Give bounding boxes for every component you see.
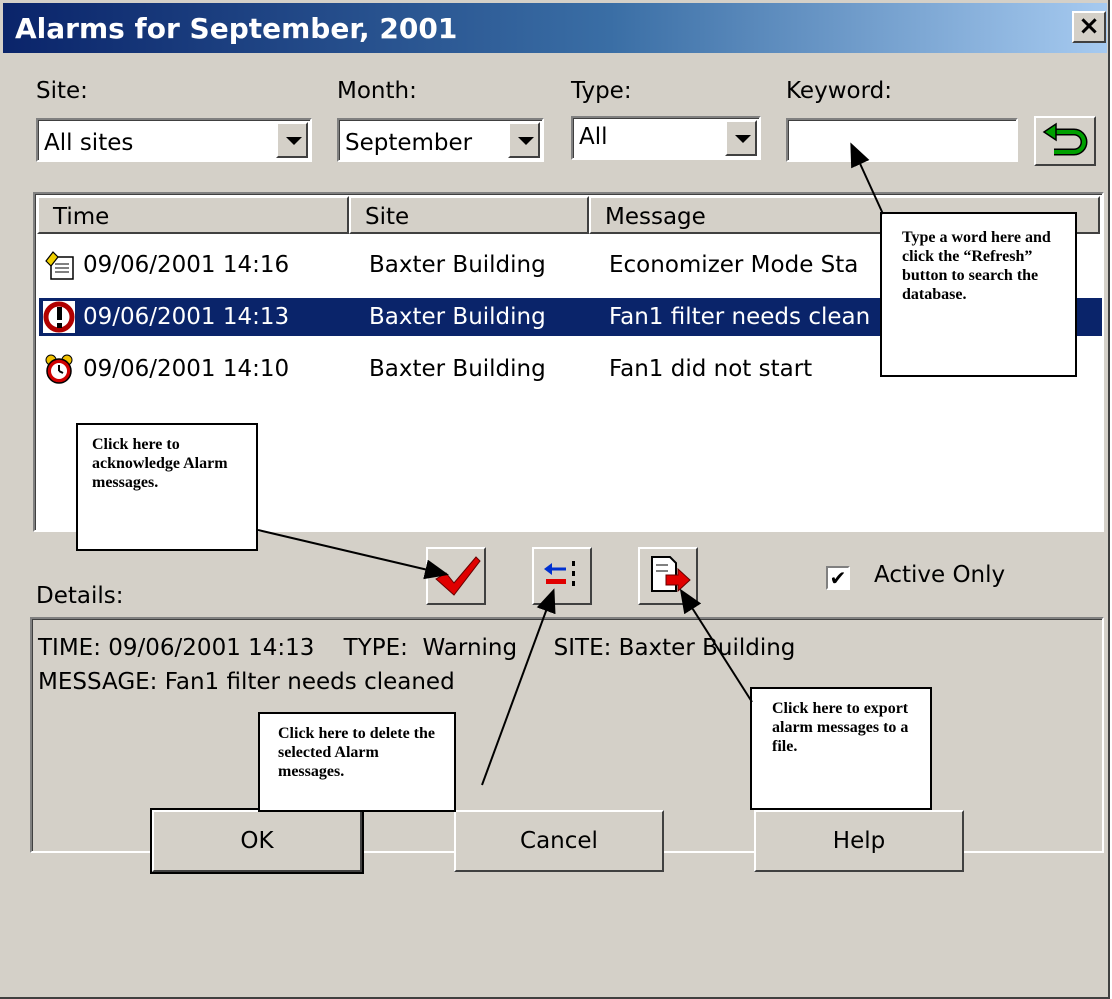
month-select-value: September [345,130,473,156]
delete-button[interactable] [532,547,592,605]
info-note-icon [45,251,74,280]
details-line-1: TIME: 09/06/2001 14:13 TYPE: Warning SIT… [38,635,796,661]
details-label: Details: [36,583,124,609]
row-message: Fan1 filter needs clean [609,304,871,330]
acknowledge-button[interactable] [426,547,486,605]
details-line-2: MESSAGE: Fan1 filter needs cleaned [38,669,455,695]
cancel-button[interactable]: Cancel [454,810,664,872]
column-header-time[interactable]: Time [37,196,349,234]
refresh-button[interactable] [1034,116,1096,166]
export-button[interactable] [638,547,698,605]
month-label: Month: [337,78,417,104]
row-time: 09/06/2001 14:10 [83,356,290,382]
chevron-down-icon[interactable] [508,122,540,158]
type-label: Type: [571,78,632,104]
keyword-label: Keyword: [786,78,892,104]
row-message: Fan1 did not start [609,356,813,382]
callout-export: Click here to export alarm messages to a… [750,687,932,810]
row-site: Baxter Building [369,304,546,330]
callout-refresh: Type a word here and click the “Refresh”… [880,212,1077,377]
checkmark-icon [435,556,481,596]
close-button[interactable]: × [1072,11,1106,43]
site-label: Site: [36,78,88,104]
type-select-value: All [579,124,608,150]
help-button[interactable]: Help [754,810,964,872]
column-header-site[interactable]: Site [349,196,589,234]
warning-icon [43,301,75,333]
row-time: 09/06/2001 14:13 [83,304,290,330]
callout-acknowledge: Click here to acknowledge Alarm messages… [76,423,258,551]
active-only-checkbox[interactable]: ✔ [826,566,850,590]
export-file-icon [651,556,691,593]
callout-delete: Click here to delete the selected Alarm … [258,712,456,812]
alarm-clock-icon [45,354,73,384]
refresh-icon [1042,122,1088,156]
site-select[interactable]: All sites [36,118,312,162]
chevron-down-icon[interactable] [725,120,757,156]
ok-button[interactable]: OK [150,808,364,874]
window-title: Alarms for September, 2001 [15,12,458,45]
type-select[interactable]: All [571,116,761,160]
title-bar[interactable]: Alarms for September, 2001 × [3,3,1107,53]
row-time: 09/06/2001 14:16 [83,252,290,278]
site-select-value: All sites [44,130,134,156]
chevron-down-icon[interactable] [276,122,308,158]
active-only-label: Active Only [874,562,1006,588]
row-message: Economizer Mode Sta [609,252,859,278]
row-site: Baxter Building [369,252,546,278]
delete-icon [544,561,575,586]
alarms-dialog: Alarms for September, 2001 × Site: Month… [0,0,1110,999]
keyword-input[interactable] [786,118,1018,162]
row-site: Baxter Building [369,356,546,382]
month-select[interactable]: September [337,118,544,162]
